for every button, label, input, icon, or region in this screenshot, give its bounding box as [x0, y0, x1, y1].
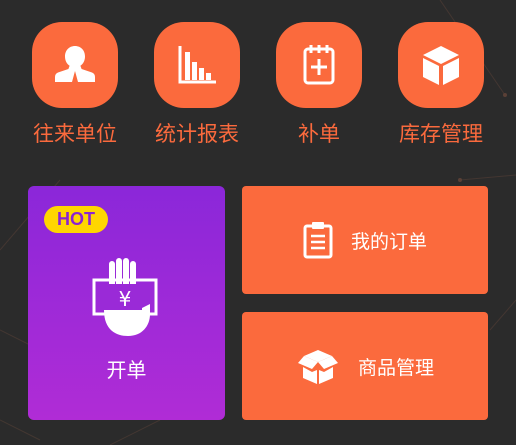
- menu-item-label: 库存管理: [399, 122, 483, 146]
- box-icon: [423, 46, 459, 85]
- bar-chart-icon: [178, 46, 216, 84]
- user-icon: [55, 46, 95, 82]
- hand-yuan-icon: ¥: [92, 258, 158, 336]
- goods-management-label: 商品管理: [357, 356, 434, 379]
- create-order-label: 开单: [106, 358, 147, 382]
- create-order-tile[interactable]: HOT ¥ 开单: [28, 186, 225, 420]
- menu-item-reports[interactable]: 统计报表: [142, 22, 252, 148]
- svg-text:¥: ¥: [119, 287, 132, 311]
- clipboard-icon: [303, 222, 333, 259]
- menu-item-inventory[interactable]: 库存管理: [386, 22, 496, 148]
- notepad-plus-icon: [303, 45, 335, 85]
- menu-item-label: 补单: [298, 122, 340, 146]
- reports-icon-box: [154, 22, 240, 108]
- inventory-icon-box: [398, 22, 484, 108]
- menu-item-label: 统计报表: [155, 122, 239, 146]
- hot-badge: HOT: [44, 206, 108, 233]
- partners-icon-box: [32, 22, 118, 108]
- supplement-icon-box: [276, 22, 362, 108]
- my-orders-label: 我的订单: [350, 230, 427, 253]
- open-box-icon: [297, 350, 338, 384]
- my-orders-tile[interactable]: 我的订单: [242, 186, 488, 294]
- menu-item-partners[interactable]: 往来单位: [20, 22, 130, 148]
- goods-management-tile[interactable]: 商品管理: [242, 312, 488, 420]
- menu-item-label: 往来单位: [33, 122, 117, 146]
- menu-item-supplement-order[interactable]: 补单: [264, 22, 374, 148]
- top-menu: 往来单位 统计报表 补单 库存管理: [0, 0, 516, 170]
